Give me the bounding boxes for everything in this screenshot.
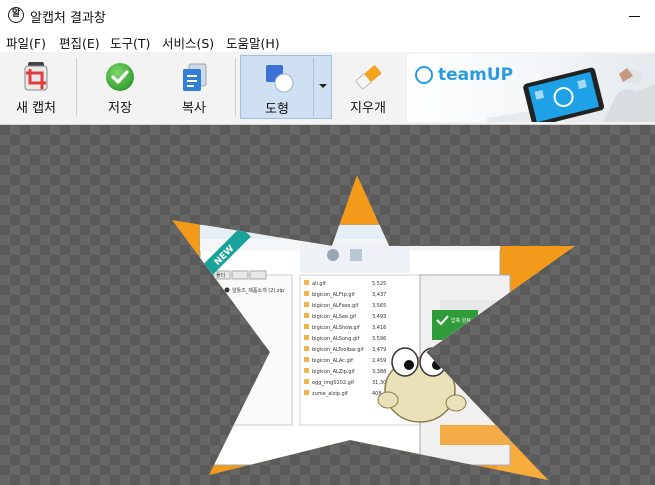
shape-label: 도형 [265,102,289,117]
banner-illustration [487,67,655,122]
save-button[interactable]: 저장 [88,55,152,119]
menu-file[interactable]: 파일(F) [6,33,46,52]
file-size: 3,416 [372,325,386,331]
minimize-button[interactable] [618,4,654,26]
file-name: bigicon_ALAc.gif [312,358,353,364]
file-icon [304,324,309,329]
file-name: bigicon_ALSee.gif [312,314,356,320]
file-size: 3,493 [372,314,386,320]
teamup-banner[interactable]: teamUP [407,54,655,122]
file-icon [304,368,309,373]
copy-button[interactable]: 복사 [162,55,226,119]
menu-bar: 파일(F) 편집(E) 도구(T) 서비스(S) 도움말(H) [0,31,655,51]
file-icon [304,280,309,285]
menu-help[interactable]: 도움말(H) [226,33,280,52]
check-circle-icon [106,63,134,91]
toolbar-separator [235,58,236,116]
file-icon [304,313,309,318]
file-icon [304,379,309,384]
file-icon [304,346,309,351]
file-size: 3,596 [372,336,386,342]
file-icon [304,335,309,340]
file-icon [304,302,309,307]
new-capture-label: 새 캡처 [15,101,56,116]
save-label: 저장 [108,101,132,116]
file-size: 5,525 [372,281,386,287]
folder-label: 알툴즈_제품소개 (2).zip [232,287,284,294]
eraser-label: 지우개 [350,101,386,116]
file-icon [304,291,309,296]
app-logo-icon: 알 [8,7,24,23]
file-name: bigicon_ALSong.gif [312,336,360,342]
folder-tab: 폴더 [216,272,225,279]
star-capture-image: 폴더 알툴즈_제품소개 (2).zip all.gif 5,525 bigicon_… [172,175,575,480]
chevron-down-icon[interactable] [316,81,330,91]
eraser-icon [355,65,382,90]
title-bar: 알 알캡처 결과창 [0,0,655,31]
file-size: 3,479 [372,347,386,353]
file-icon [304,357,309,362]
file-size: 3,565 [372,303,386,309]
file-size: 2,459 [372,358,386,364]
new-capture-button[interactable]: 새 캡처 [4,55,68,119]
file-name: all.gif [312,281,326,287]
file-name: bigicon_ALFsee.gif [312,303,359,309]
file-name: bigicon_ALShow.gif [312,325,360,331]
shape-icon [266,65,294,93]
crop-frame-icon [24,62,48,91]
file-size: 3,388 [372,369,386,375]
capture-canvas[interactable]: 폴더 알툴즈_제품소개 (2).zip all.gif 5,525 bigicon_… [0,125,655,485]
menu-edit[interactable]: 편집(E) [59,33,100,52]
file-name: bigicon_ALZip.gif [312,369,355,375]
file-name: zume_alzip.gif [312,391,348,397]
shape-dropdown-divider [313,58,314,116]
file-name: bigicon_ALFtp.gif [312,292,355,298]
eraser-button[interactable]: 지우개 [336,55,400,119]
file-icon [304,390,309,395]
menu-tools[interactable]: 도구(T) [110,33,150,52]
toolbar-separator [76,58,77,116]
complete-text: 압축 완료 [451,317,471,324]
copy-label: 복사 [182,101,206,116]
menu-service[interactable]: 서비스(S) [162,33,214,52]
file-size: 3,437 [372,292,386,298]
file-name: egg_img0102.gif [312,380,354,386]
window-title: 알캡처 결과창 [30,11,106,26]
file-name: bigicon_ALToolbar.gif [312,347,364,353]
document-copy-icon [183,63,207,91]
